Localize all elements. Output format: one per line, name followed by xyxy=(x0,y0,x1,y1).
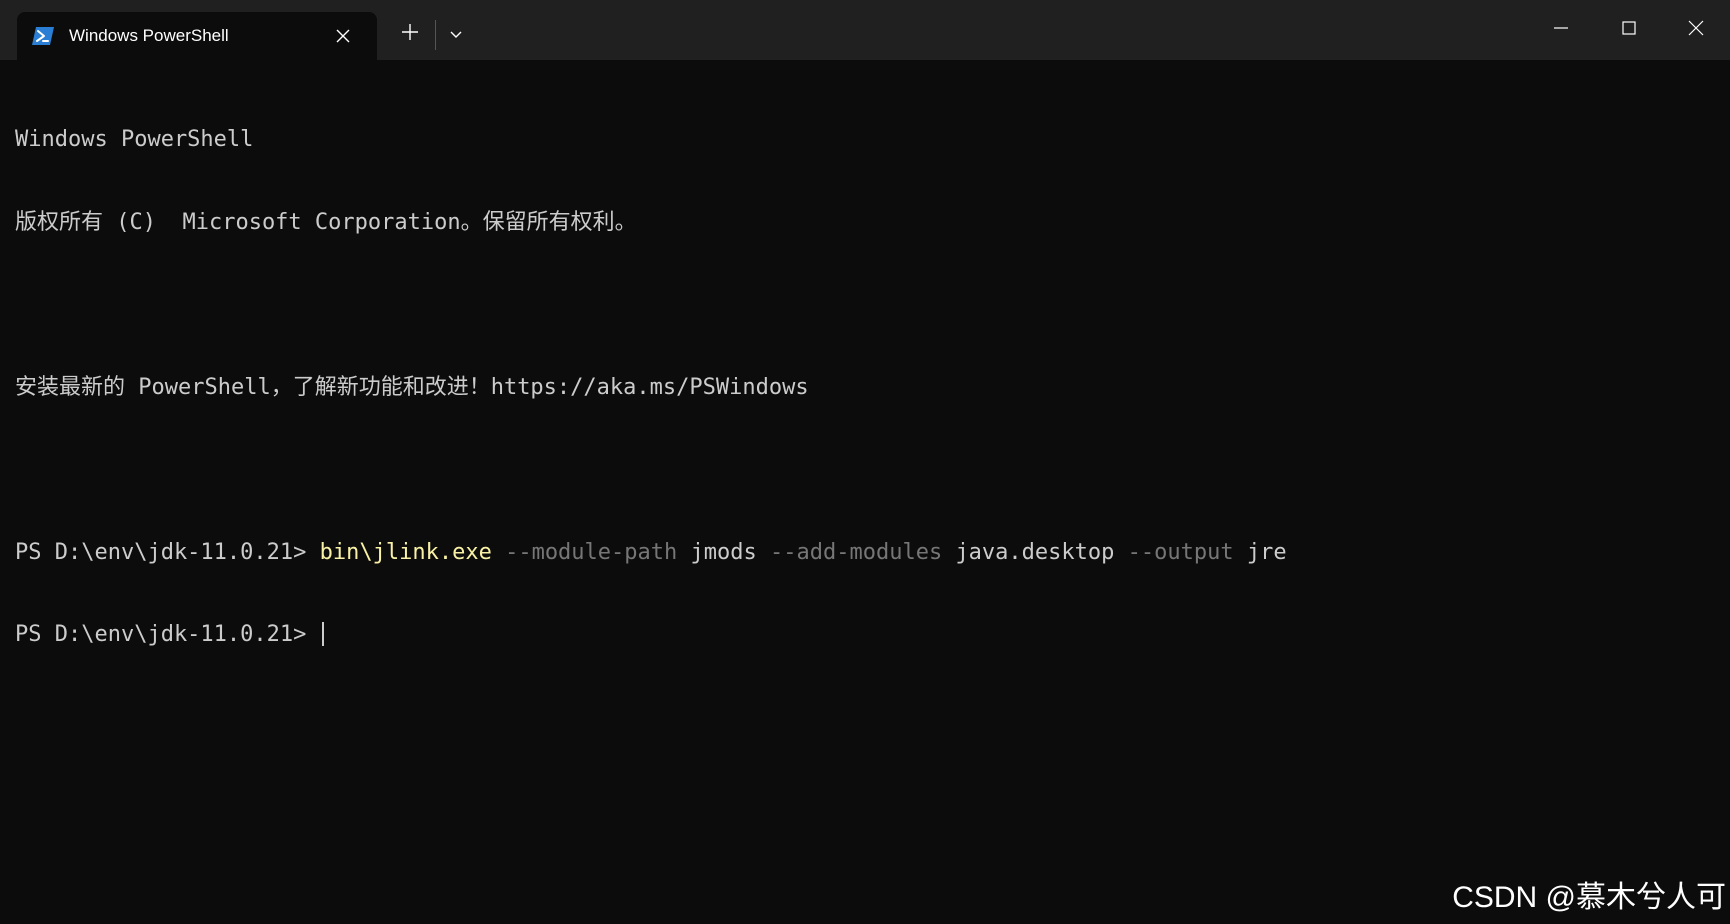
maximize-button[interactable] xyxy=(1595,0,1663,60)
command-arg: jre xyxy=(1246,539,1287,565)
powershell-icon xyxy=(31,24,55,48)
watermark: CSDN @慕木兮人可 xyxy=(1452,881,1726,914)
close-icon xyxy=(1688,20,1704,40)
text-cursor xyxy=(321,622,324,646)
close-window-button[interactable] xyxy=(1662,0,1730,60)
command-exe: bin\jlink.exe xyxy=(319,539,492,565)
title-bar: Windows PowerShell xyxy=(0,0,1730,60)
minimize-button[interactable] xyxy=(1527,0,1595,60)
command-param: --module-path xyxy=(505,539,678,565)
terminal-window: Windows PowerShell Windows PowerShell 版权… xyxy=(0,0,1730,924)
copyright-line: 版权所有 (C) Microsoft Corporation。保留所有权利。 xyxy=(15,209,637,235)
close-tab-icon[interactable] xyxy=(331,24,355,48)
tab-windows-powershell[interactable]: Windows PowerShell xyxy=(17,12,377,60)
maximize-icon xyxy=(1621,20,1637,40)
prompt: PS D:\env\jdk-11.0.21> xyxy=(15,539,320,565)
command-param: --output xyxy=(1127,539,1234,565)
install-hint-line: 安装最新的 PowerShell，了解新功能和改进！https://aka.ms… xyxy=(15,374,809,400)
command-param: --add-modules xyxy=(770,539,943,565)
profile-dropdown-button[interactable] xyxy=(440,18,472,50)
new-tab-button[interactable] xyxy=(392,18,428,50)
terminal-output[interactable]: Windows PowerShell 版权所有 (C) Microsoft Co… xyxy=(15,71,1715,911)
command-arg: jmods xyxy=(690,539,757,565)
minimize-icon xyxy=(1553,20,1569,40)
prompt: PS D:\env\jdk-11.0.21> xyxy=(15,622,320,647)
current-prompt-line[interactable]: PS D:\env\jdk-11.0.21> xyxy=(15,621,1715,649)
plus-icon xyxy=(401,23,419,45)
command-arg: java.desktop xyxy=(955,539,1115,565)
tab-separator xyxy=(435,20,436,50)
tab-title: Windows PowerShell xyxy=(69,26,229,45)
banner-line-1: Windows PowerShell xyxy=(15,127,254,152)
command-line: PS D:\env\jdk-11.0.21> bin\jlink.exe --m… xyxy=(15,539,1715,567)
chevron-down-icon xyxy=(449,25,463,44)
